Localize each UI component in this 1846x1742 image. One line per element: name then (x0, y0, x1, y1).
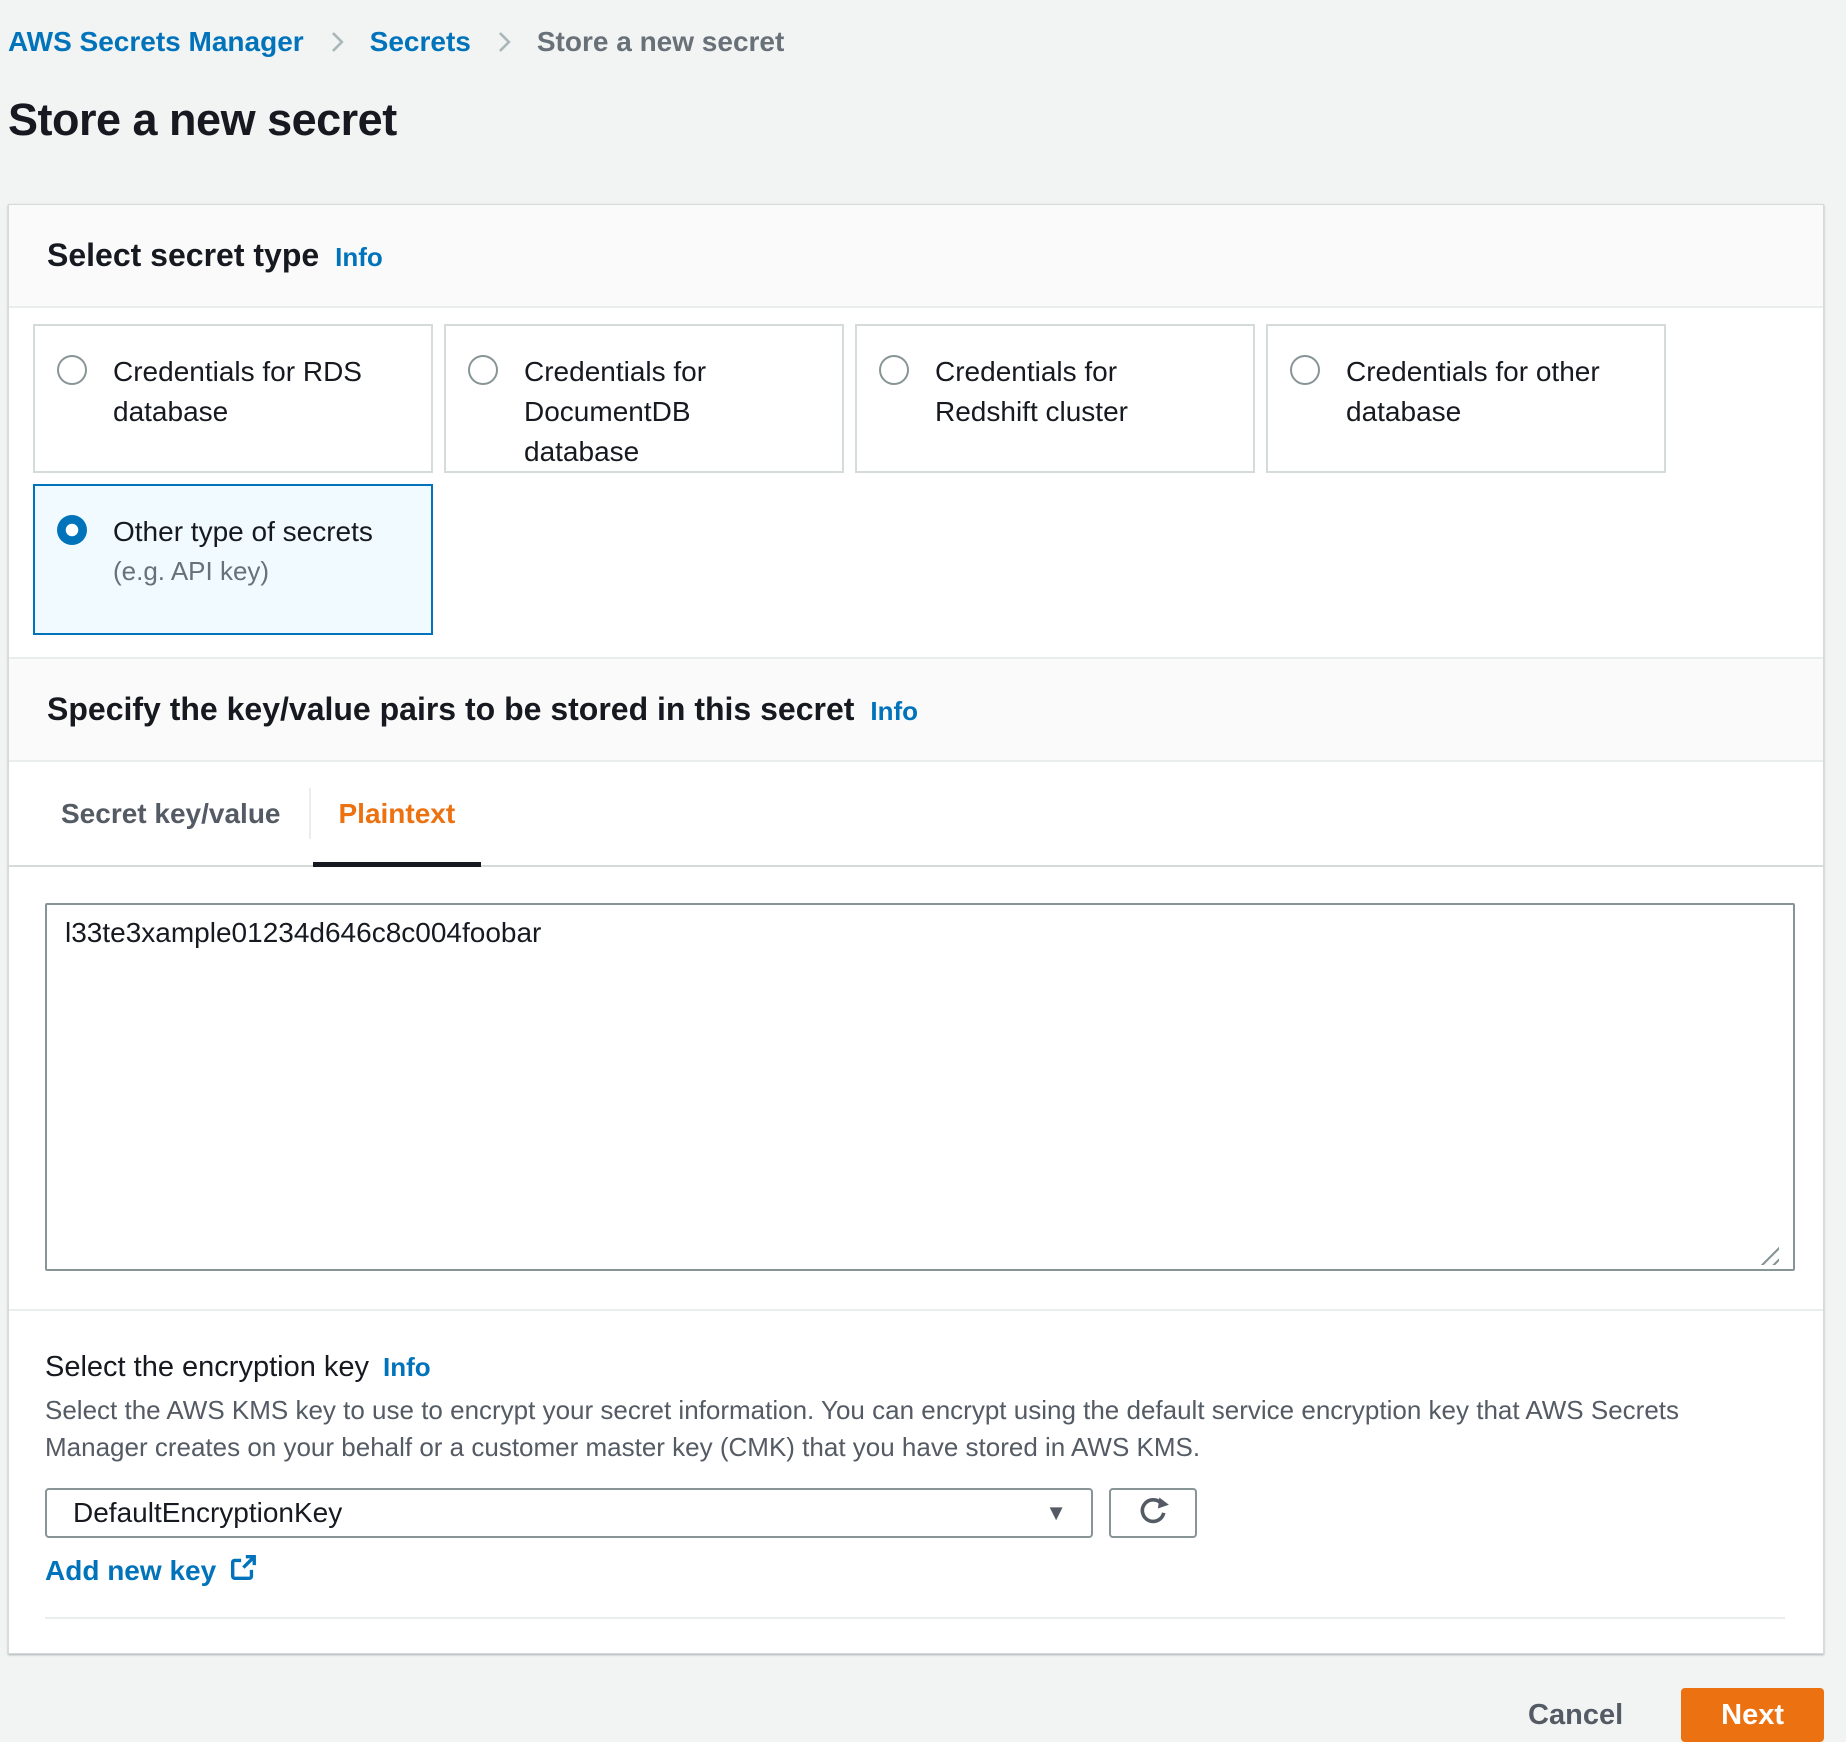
encryption-key-select-value: DefaultEncryptionKey (73, 1497, 342, 1529)
encryption-key-section: Select the encryption key Info Select th… (9, 1311, 1823, 1619)
refresh-icon (1135, 1494, 1171, 1533)
breadcrumb-link-secrets[interactable]: Secrets (370, 26, 471, 58)
select-secret-type-title: Select secret type (47, 237, 319, 274)
secret-type-option-label: Credentials for Redshift cluster (935, 352, 1165, 432)
key-value-tabbar: Secret key/value Plaintext (9, 762, 1823, 867)
secret-type-option-rds[interactable]: Credentials for RDS database (33, 324, 433, 473)
secret-type-option-label: Credentials for RDS database (113, 352, 373, 432)
plaintext-secret-textarea[interactable]: l33te3xample01234d646c8c004foobar (45, 903, 1795, 1271)
tab-secret-key-value[interactable]: Secret key/value (33, 762, 309, 865)
add-new-key-label: Add new key (45, 1555, 216, 1587)
page: AWS Secrets Manager Secrets Store a new … (0, 0, 1846, 1742)
breadcrumb: AWS Secrets Manager Secrets Store a new … (8, 26, 1824, 58)
card-bottom-padding (9, 1619, 1823, 1653)
secret-type-option-other-secrets[interactable]: Other type of secrets (e.g. API key) (33, 484, 433, 635)
secret-type-option-documentdb[interactable]: Credentials for DocumentDB database (444, 324, 844, 473)
secret-type-row-2: Other type of secrets (e.g. API key) (33, 484, 1799, 635)
secret-type-options: Credentials for RDS database Credentials… (9, 308, 1823, 657)
next-button[interactable]: Next (1681, 1688, 1824, 1742)
select-secret-type-info-link[interactable]: Info (335, 242, 383, 273)
secret-type-option-label: Credentials for DocumentDB database (524, 352, 734, 472)
secret-type-option-label: Other type of secrets (113, 516, 373, 547)
key-value-info-link[interactable]: Info (870, 696, 918, 727)
chevron-right-icon (491, 29, 517, 55)
plaintext-editor-wrap: l33te3xample01234d646c8c004foobar (9, 867, 1823, 1309)
key-value-header: Specify the key/value pairs to be stored… (9, 657, 1823, 762)
secret-type-option-label: Credentials for other database (1346, 352, 1636, 432)
key-value-title: Specify the key/value pairs to be stored… (47, 691, 854, 728)
radio-unselected-icon[interactable] (879, 355, 909, 385)
refresh-keys-button[interactable] (1109, 1488, 1197, 1538)
chevron-right-icon (324, 29, 350, 55)
secret-type-option-sublabel: (e.g. API key) (113, 556, 269, 586)
chevron-down-icon: ▼ (1045, 1500, 1067, 1526)
radio-unselected-icon[interactable] (468, 355, 498, 385)
tab-plaintext[interactable]: Plaintext (311, 762, 484, 865)
wizard-card: Select secret type Info Credentials for … (8, 204, 1824, 1654)
secret-type-row-1: Credentials for RDS database Credentials… (33, 324, 1799, 473)
encryption-key-info-link[interactable]: Info (383, 1352, 431, 1383)
breadcrumb-current: Store a new secret (537, 26, 784, 58)
radio-unselected-icon[interactable] (1290, 355, 1320, 385)
add-new-key-link[interactable]: Add new key (45, 1552, 258, 1589)
encryption-key-title: Select the encryption key (45, 1351, 369, 1384)
wizard-footer: Cancel Next (8, 1688, 1824, 1742)
encryption-key-description: Select the AWS KMS key to use to encrypt… (45, 1392, 1785, 1466)
breadcrumb-link-secrets-manager[interactable]: AWS Secrets Manager (8, 26, 304, 58)
page-title: Store a new secret (8, 94, 1824, 146)
radio-selected-icon[interactable] (57, 515, 87, 545)
cancel-button[interactable]: Cancel (1518, 1699, 1633, 1732)
radio-unselected-icon[interactable] (57, 355, 87, 385)
external-link-icon (228, 1552, 258, 1589)
secret-type-option-other-database[interactable]: Credentials for other database (1266, 324, 1666, 473)
secret-type-option-redshift[interactable]: Credentials for Redshift cluster (855, 324, 1255, 473)
encryption-key-select[interactable]: DefaultEncryptionKey ▼ (45, 1488, 1093, 1538)
select-secret-type-header: Select secret type Info (9, 205, 1823, 308)
